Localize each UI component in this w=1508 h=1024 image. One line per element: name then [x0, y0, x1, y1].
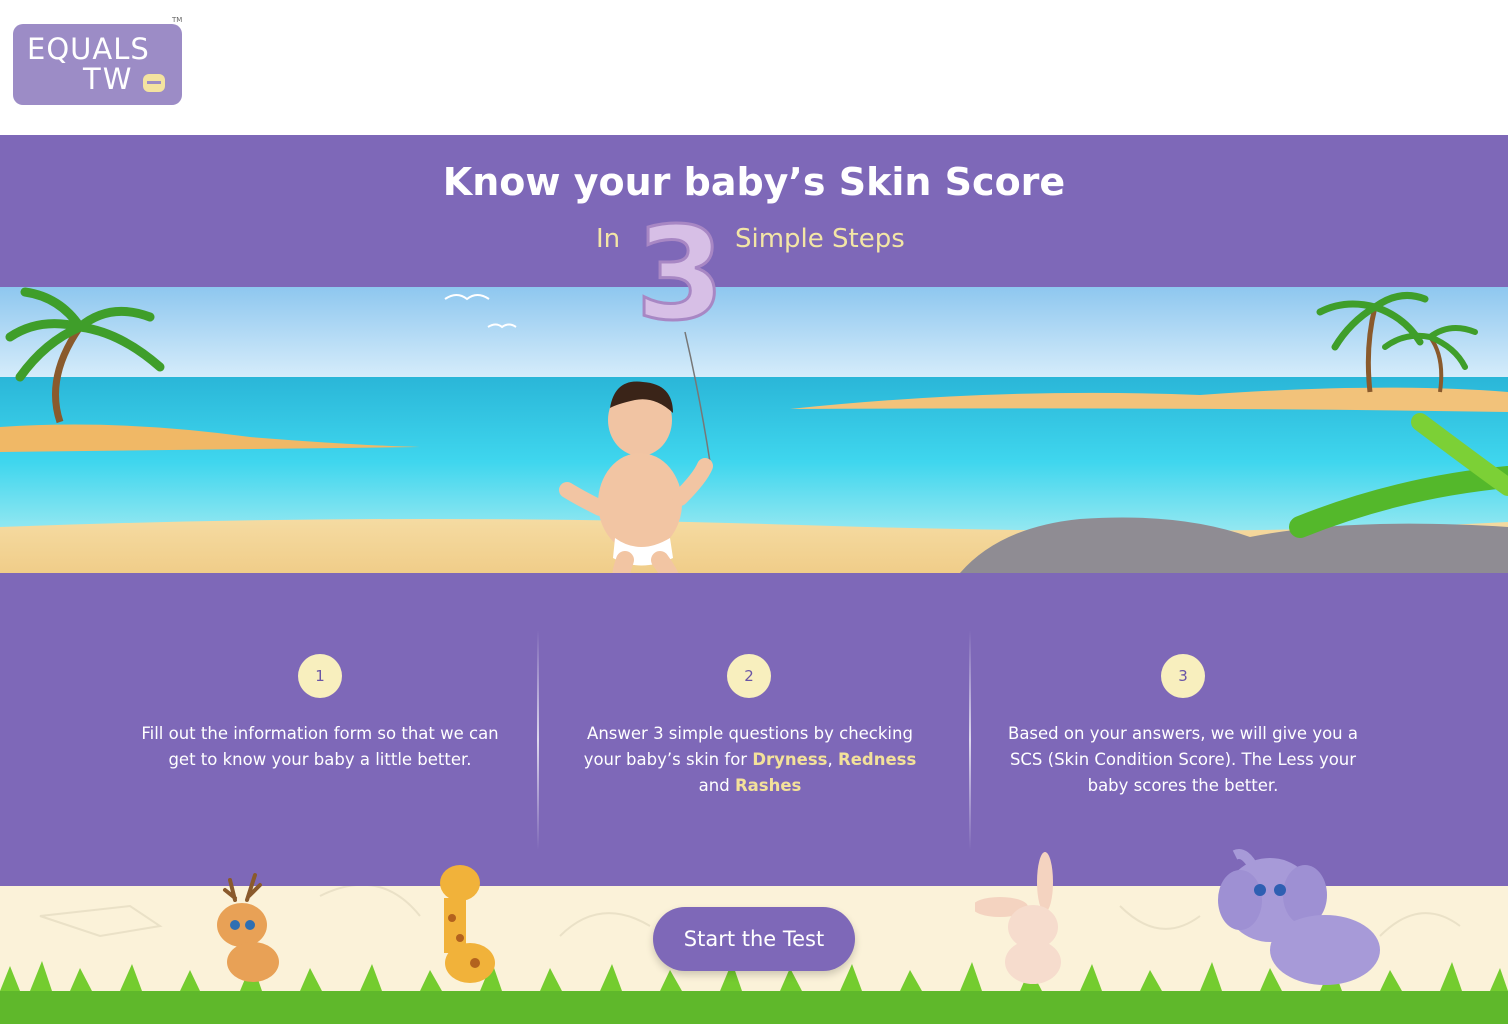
- step-1-text: Fill out the information form so that we…: [141, 724, 499, 769]
- start-test-button[interactable]: Start the Test: [653, 907, 855, 971]
- beach-illustration: [0, 287, 1508, 573]
- step-divider: [537, 630, 539, 850]
- logo-pill-icon: [143, 74, 165, 92]
- step-2-highlight-rashes: Rashes: [734, 776, 802, 795]
- subtitle-steps: Simple Steps: [735, 224, 905, 254]
- step-1-number: 1: [298, 654, 342, 698]
- trademark-mark: TM: [172, 16, 183, 24]
- header: EQUALS TW TM: [0, 0, 1508, 135]
- step-divider: [969, 630, 971, 850]
- step-3-number: 3: [1161, 654, 1205, 698]
- step-2-text: Answer 3 simple questions by checking yo…: [570, 721, 930, 799]
- hero-title: Know your baby’s Skin Score: [0, 160, 1508, 204]
- hero-title-prefix: Know your baby’s: [442, 160, 839, 204]
- giraffe-illustration: [415, 858, 510, 988]
- logo-text-line1: EQUALS: [27, 32, 150, 66]
- logo-text-line2: TW: [83, 62, 134, 96]
- step-2-highlight-dryness: Dryness: [752, 750, 828, 769]
- elephant-illustration: [1210, 835, 1390, 987]
- step-2-number: 2: [727, 654, 771, 698]
- step-2-separator: ,: [827, 750, 833, 769]
- hero-title-bold: Skin Score: [838, 160, 1066, 204]
- beach-scene: [0, 287, 1508, 573]
- subtitle-in: In: [596, 224, 621, 254]
- brand-logo[interactable]: EQUALS TW: [13, 24, 182, 105]
- balloon-number: 3: [640, 210, 720, 330]
- step-2-highlight-redness: Redness: [838, 750, 917, 769]
- number-three-balloon-icon: 3: [634, 199, 726, 351]
- step-2-separator: and: [698, 776, 735, 795]
- deer-illustration: [205, 870, 305, 990]
- step-3-text: Based on your answers, we will give you …: [1008, 724, 1358, 795]
- bunny-illustration: [972, 852, 1075, 987]
- hero-banner: [0, 135, 1508, 287]
